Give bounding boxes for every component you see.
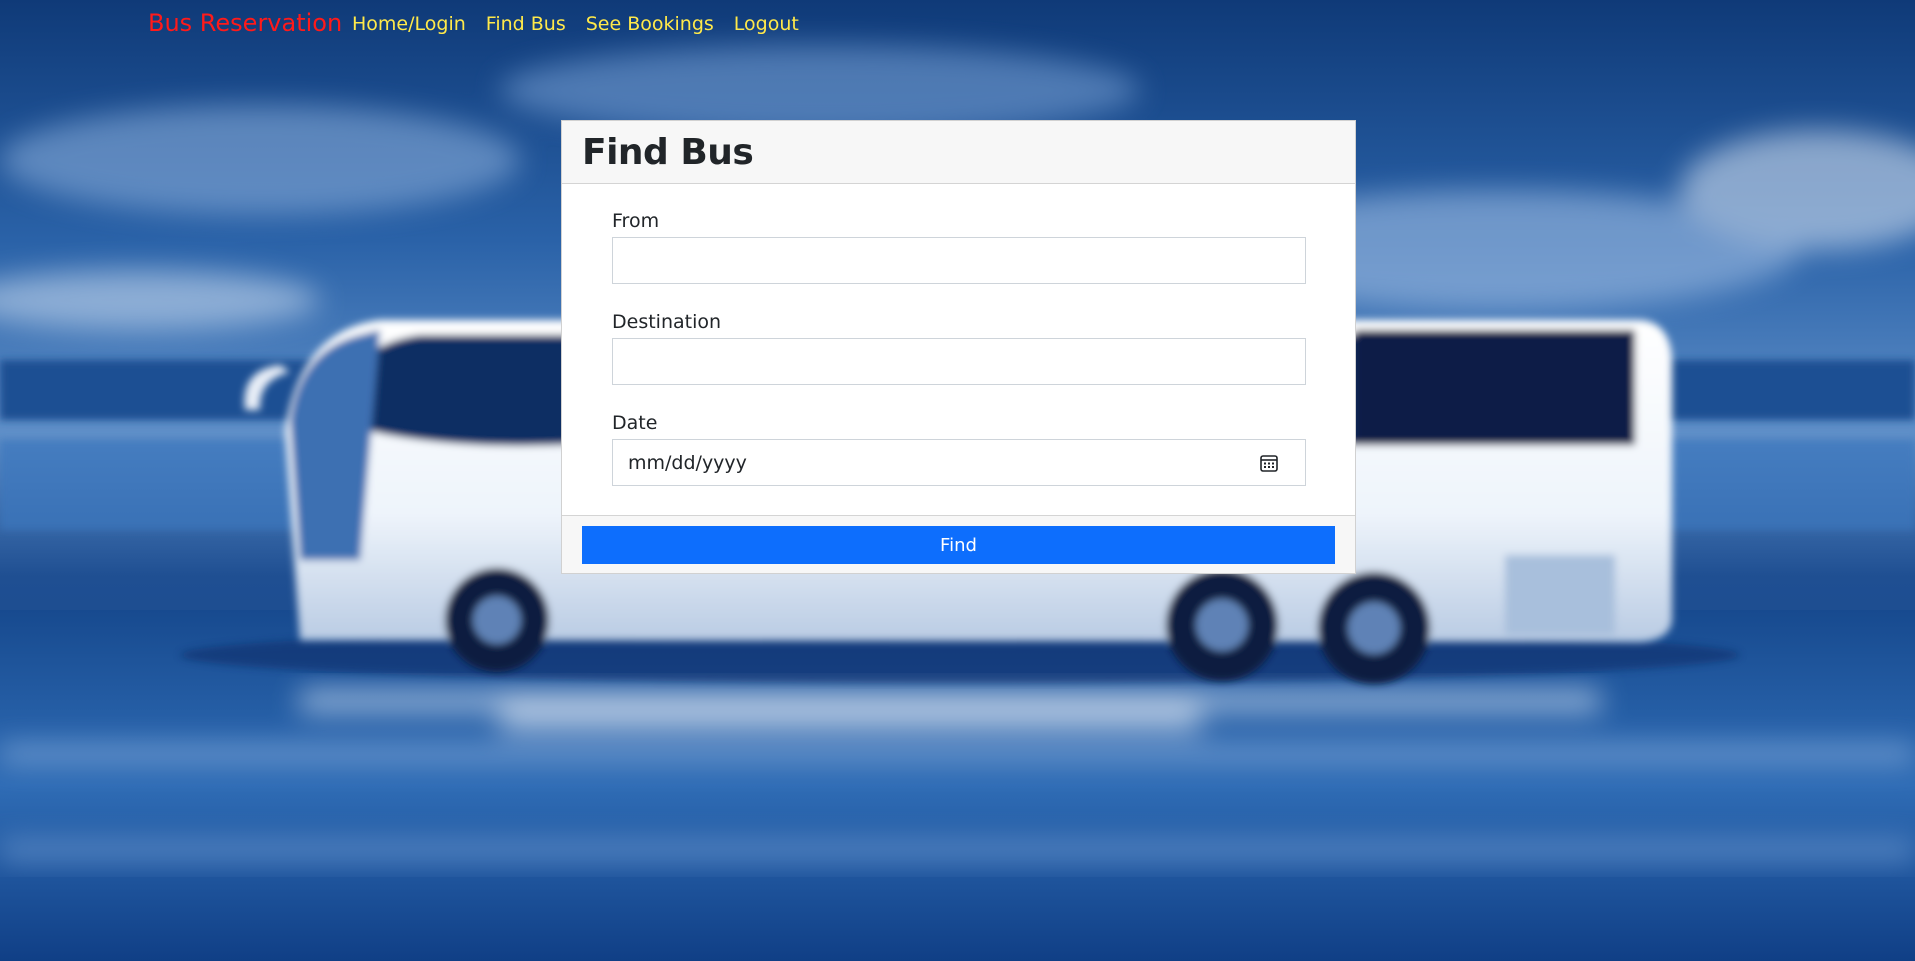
nav-links: Home/Login Find Bus See Bookings Logout <box>352 13 799 35</box>
page: Bus Reservation Home/Login Find Bus See … <box>0 0 1915 961</box>
find-bus-card: Find Bus From Destination Date mm/dd/yyy… <box>561 120 1356 574</box>
nav-link-find-bus[interactable]: Find Bus <box>486 13 566 35</box>
date-input[interactable]: mm/dd/yyyy <box>612 439 1306 486</box>
card-footer: Find <box>562 515 1355 573</box>
nav-link-logout[interactable]: Logout <box>734 13 799 35</box>
page-title: Find Bus <box>582 131 754 173</box>
destination-label: Destination <box>612 311 722 333</box>
date-label: Date <box>612 412 658 434</box>
nav-link-home-login[interactable]: Home/Login <box>352 13 466 35</box>
destination-input[interactable] <box>612 338 1306 385</box>
calendar-icon[interactable] <box>1259 453 1279 473</box>
card-header: Find Bus <box>562 121 1355 184</box>
nav-link-see-bookings[interactable]: See Bookings <box>586 13 714 35</box>
navbar: Bus Reservation Home/Login Find Bus See … <box>0 0 1915 52</box>
date-placeholder: mm/dd/yyyy <box>628 452 747 474</box>
from-label: From <box>612 210 660 232</box>
from-input[interactable] <box>612 237 1306 284</box>
find-button[interactable]: Find <box>582 526 1335 564</box>
brand-link[interactable]: Bus Reservation <box>148 9 342 37</box>
card-body: From Destination Date mm/dd/yyyy <box>562 184 1355 515</box>
